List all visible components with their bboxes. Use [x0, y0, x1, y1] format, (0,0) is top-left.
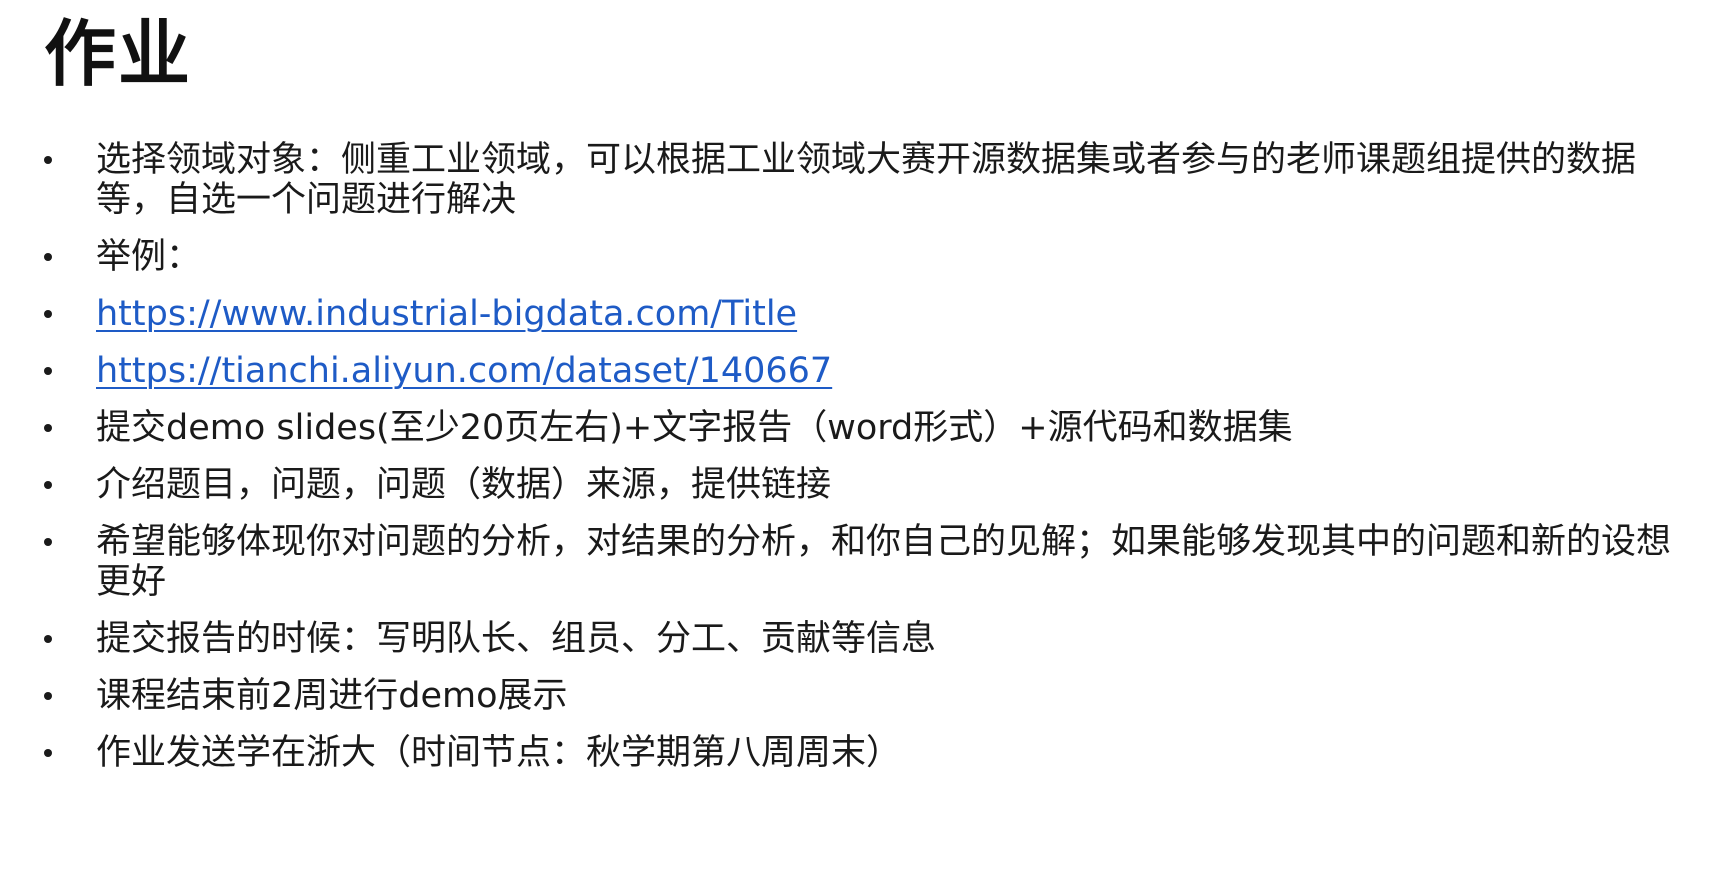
list-item-analysis: 希望能够体现你对问题的分析，对结果的分析，和你自己的见解；如果能够发现其中的问题… — [40, 522, 1690, 602]
tianchi-dataset-link[interactable]: https://tianchi.aliyun.com/dataset/14066… — [96, 351, 832, 391]
list-item-text: 提交报告的时候：写明队长、组员、分工、贡献等信息 — [96, 619, 937, 659]
bullet-icon — [44, 367, 52, 375]
list-item-text: 提交demo slides(至少20页左右)+文字报告（word形式）+源代码和… — [96, 408, 1293, 448]
list-item-text: 课程结束前2周进行demo展示 — [96, 676, 568, 716]
bullet-icon — [44, 692, 52, 700]
slide-title: 作业 — [44, 12, 193, 96]
list-item-text: 选择领域对象：侧重工业领域，可以根据工业领域大赛开源数据集或者参与的老师课题组提… — [96, 140, 1637, 220]
list-item-examples: 举例： — [40, 237, 1690, 277]
list-item-link-tianchi: https://tianchi.aliyun.com/dataset/14066… — [40, 351, 1690, 391]
bullet-icon — [44, 749, 52, 757]
list-item-deadline: 作业发送学在浙大（时间节点：秋学期第八周周末） — [40, 733, 1690, 773]
bullet-icon — [44, 253, 52, 261]
bullet-icon — [44, 310, 52, 318]
bullet-list: 选择领域对象：侧重工业领域，可以根据工业领域大赛开源数据集或者参与的老师课题组提… — [40, 140, 1690, 790]
bullet-icon — [44, 424, 52, 432]
list-item-text: 作业发送学在浙大（时间节点：秋学期第八周周末） — [96, 733, 902, 773]
list-item-topic: 选择领域对象：侧重工业领域，可以根据工业领域大赛开源数据集或者参与的老师课题组提… — [40, 140, 1690, 220]
industrial-bigdata-link[interactable]: https://www.industrial-bigdata.com/Title — [96, 294, 797, 334]
bullet-icon — [44, 156, 52, 164]
list-item-submission: 提交demo slides(至少20页左右)+文字报告（word形式）+源代码和… — [40, 408, 1690, 448]
slide: 作业 选择领域对象：侧重工业领域，可以根据工业领域大赛开源数据集或者参与的老师课… — [0, 0, 1729, 890]
bullet-icon — [44, 635, 52, 643]
bullet-icon — [44, 481, 52, 489]
bullet-icon — [44, 538, 52, 546]
list-item-introduction: 介绍题目，问题，问题（数据）来源，提供链接 — [40, 465, 1690, 505]
list-item-report-info: 提交报告的时候：写明队长、组员、分工、贡献等信息 — [40, 619, 1690, 659]
list-item-text: 举例： — [96, 237, 202, 277]
list-item-link-industrial-bigdata: https://www.industrial-bigdata.com/Title — [40, 294, 1690, 334]
list-item-text: 介绍题目，问题，问题（数据）来源，提供链接 — [96, 465, 832, 505]
list-item-demo-schedule: 课程结束前2周进行demo展示 — [40, 676, 1690, 716]
list-item-text: 希望能够体现你对问题的分析，对结果的分析，和你自己的见解；如果能够发现其中的问题… — [96, 522, 1672, 602]
